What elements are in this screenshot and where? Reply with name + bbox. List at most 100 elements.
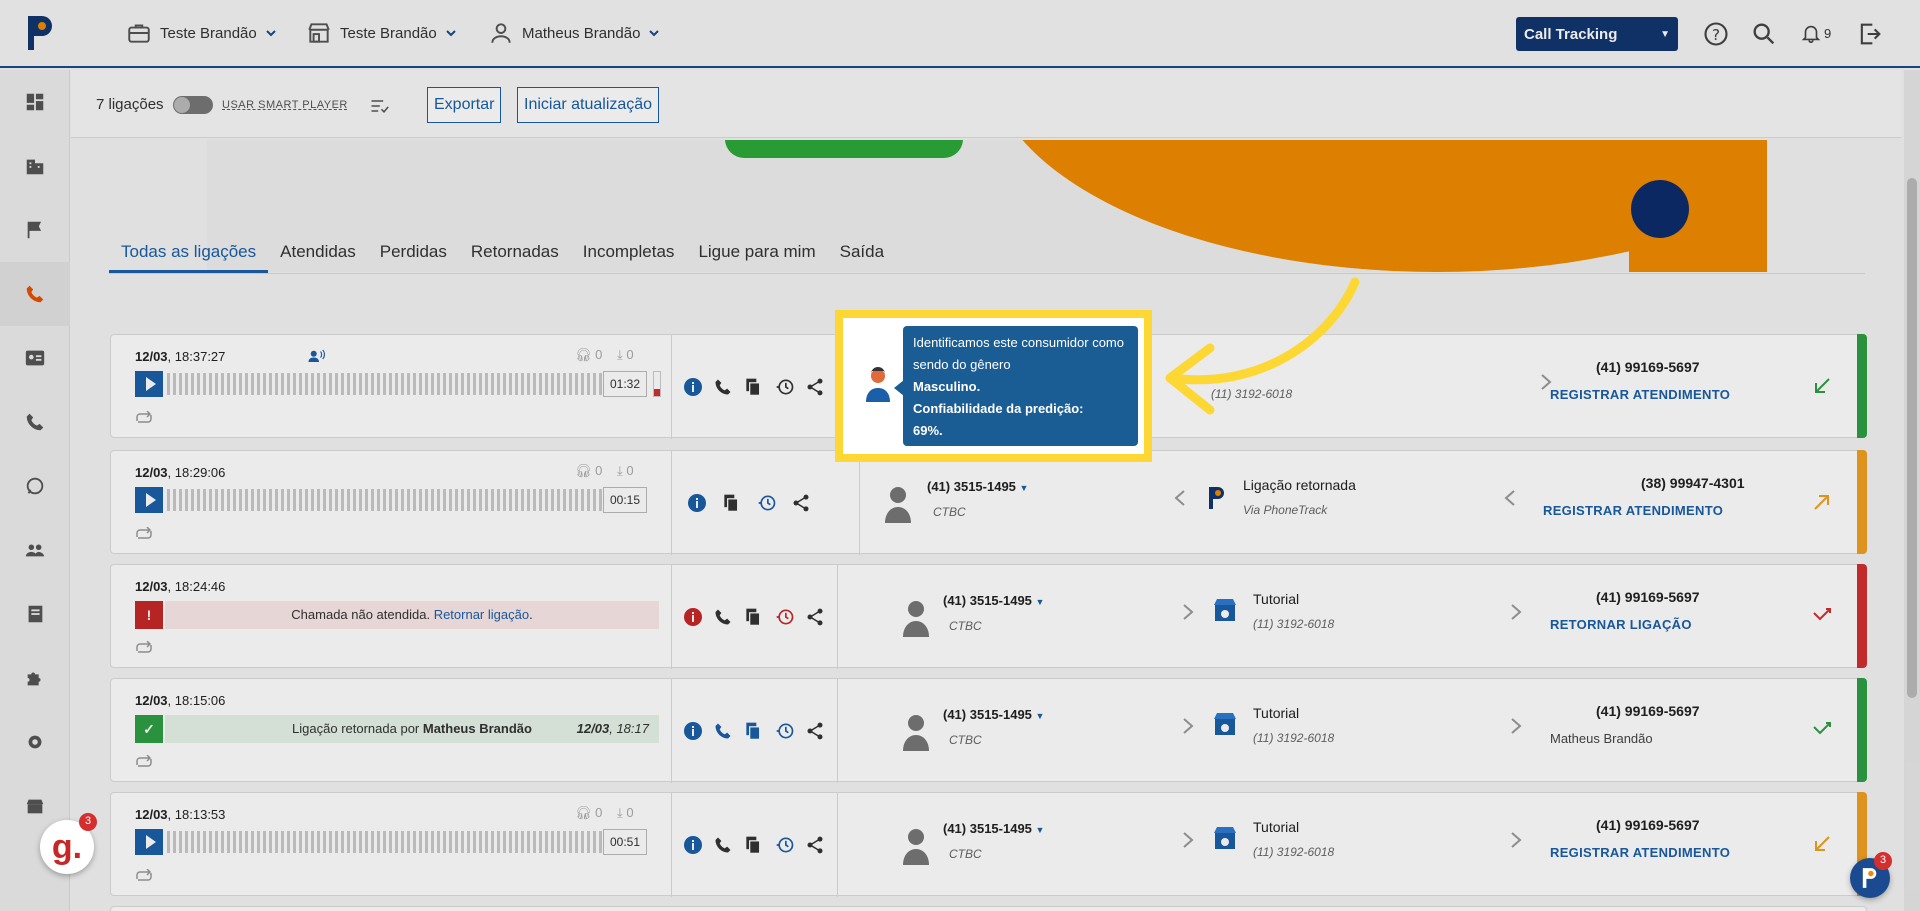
history-icon[interactable] <box>775 377 795 397</box>
play-button[interactable] <box>135 371 163 397</box>
info-icon[interactable] <box>687 493 707 513</box>
duration: 00:51 <box>603 829 647 855</box>
logout-icon[interactable] <box>1856 20 1884 48</box>
return-call-action[interactable]: RETORNAR LIGAÇÃO <box>1550 617 1692 632</box>
copy-icon[interactable] <box>743 721 763 741</box>
sidebar-item-dashboard[interactable] <box>0 70 70 134</box>
sidebar-item-contacts[interactable] <box>0 326 70 390</box>
sidebar-item-reports[interactable] <box>0 582 70 646</box>
volume-meter[interactable] <box>653 371 661 397</box>
missed-call-alert: ! Chamada não atendida. Retornar ligação… <box>135 601 659 629</box>
audio-player[interactable]: 01:32 <box>135 371 647 397</box>
origin-phone[interactable]: (41) 3515-1495 ▼ <box>943 707 1044 722</box>
tab-all[interactable]: Todas as ligações <box>109 228 269 273</box>
sidebar-item-users[interactable] <box>0 518 70 582</box>
call-row[interactable]: 12/03, 18:24:46 ! Chamada não atendida. … <box>110 564 1867 669</box>
scrollbar[interactable] <box>1904 70 1920 911</box>
status-stripe <box>1857 450 1867 554</box>
history-icon[interactable] <box>775 835 795 855</box>
share-icon[interactable] <box>791 493 811 513</box>
repeat-icon[interactable] <box>135 411 153 425</box>
phonetrack-logo-icon <box>1862 868 1877 888</box>
play-button[interactable] <box>135 829 163 855</box>
tab-missed[interactable]: Perdidas <box>368 228 459 273</box>
smart-player-label[interactable]: USAR SMART PLAYER <box>222 99 348 111</box>
tab-outbound[interactable]: Saída <box>828 228 896 273</box>
sidebar-item-calls[interactable] <box>0 262 70 326</box>
copy-icon[interactable] <box>743 377 763 397</box>
store-icon <box>26 799 44 814</box>
user-menu[interactable]: Matheus Brandão <box>488 20 660 46</box>
sort-list-icon[interactable] <box>369 96 389 116</box>
history-icon[interactable] <box>775 607 795 627</box>
share-icon[interactable] <box>805 835 825 855</box>
repeat-icon[interactable] <box>135 869 153 883</box>
history-icon[interactable] <box>775 721 795 741</box>
call-row[interactable]: 12/03, 18:29:06 🎧︎ 0 ⤓ 0 00:15 (41) 3515… <box>110 450 1867 555</box>
share-icon[interactable] <box>805 721 825 741</box>
book-icon <box>28 605 43 623</box>
share-icon[interactable] <box>805 377 825 397</box>
origin-phone[interactable]: (41) 3515-1495 ▼ <box>927 479 1028 494</box>
origin-phone[interactable]: (41) 3515-1495 ▼ <box>943 593 1044 608</box>
sidebar-item-companies[interactable] <box>0 134 70 198</box>
waveform[interactable] <box>167 831 607 853</box>
phonetrack-logo-icon <box>1209 487 1224 509</box>
returned-datetime: 12/03, 18:17 <box>576 721 649 736</box>
sidebar-item-whatsapp[interactable] <box>0 454 70 518</box>
sidebar-item-campaigns[interactable] <box>0 198 70 262</box>
register-attendance-link[interactable]: REGISTRAR ATENDIMENTO <box>1550 845 1730 860</box>
tab-answered[interactable]: Atendidas <box>268 228 368 273</box>
repeat-icon[interactable] <box>135 527 153 541</box>
sidebar-item-settings[interactable] <box>0 710 70 774</box>
call-row[interactable] <box>110 906 1867 911</box>
tab-callback[interactable]: Ligue para mim <box>686 228 827 273</box>
destination-sub: (11) 3192-6018 <box>1253 617 1335 631</box>
share-icon[interactable] <box>805 607 825 627</box>
help-icon[interactable]: ? <box>1702 20 1730 48</box>
play-button[interactable] <box>135 487 163 513</box>
notifications[interactable]: 9 <box>1800 22 1831 44</box>
call-row[interactable]: 12/03, 18:13:53 🎧︎ 0 ⤓ 0 00:51 (41) 3515… <box>110 792 1867 897</box>
copy-icon[interactable] <box>721 493 741 513</box>
audio-player[interactable]: 00:15 <box>135 487 647 513</box>
export-button[interactable]: Exportar <box>427 87 502 123</box>
info-icon[interactable] <box>683 607 703 627</box>
waveform[interactable] <box>167 373 607 395</box>
repeat-icon[interactable] <box>135 755 153 769</box>
smart-player-toggle[interactable] <box>173 96 213 114</box>
copy-icon[interactable] <box>743 835 763 855</box>
sidebar-item-phone[interactable] <box>0 390 70 454</box>
return-call-link[interactable]: Retornar ligação <box>434 607 529 622</box>
origin-phone[interactable]: (41) 3515-1495 ▼ <box>943 821 1044 836</box>
product-select[interactable]: Call Tracking ▼ <box>1516 17 1678 51</box>
call-row[interactable]: 12/03, 18:15:06 ✓ Ligação retornada por … <box>110 678 1867 783</box>
history-icon[interactable] <box>757 493 777 513</box>
phone-icon[interactable] <box>713 607 733 627</box>
caret-down-icon: ▼ <box>1035 711 1045 721</box>
info-icon[interactable] <box>683 377 703 397</box>
phone-icon[interactable] <box>713 721 733 741</box>
tab-returned[interactable]: Retornadas <box>459 228 571 273</box>
register-attendance-link[interactable]: REGISTRAR ATENDIMENTO <box>1550 387 1730 402</box>
phone-icon[interactable] <box>713 835 733 855</box>
company-menu[interactable]: Teste Brandão <box>126 20 277 46</box>
repeat-icon[interactable] <box>135 641 153 655</box>
waveform[interactable] <box>167 489 607 511</box>
info-icon[interactable] <box>683 721 703 741</box>
audio-player[interactable]: 00:51 <box>135 829 647 855</box>
divider <box>671 679 672 783</box>
store-menu[interactable]: Teste Brandão <box>306 20 457 46</box>
copy-icon[interactable] <box>743 607 763 627</box>
brand-logo[interactable] <box>22 12 56 54</box>
tab-incomplete[interactable]: Incompletas <box>571 228 687 273</box>
search-icon[interactable] <box>1750 20 1778 48</box>
chevron-right-icon <box>1183 604 1194 620</box>
scroll-thumb[interactable] <box>1907 178 1917 698</box>
phone-icon[interactable] <box>713 377 733 397</box>
sidebar-item-integrations[interactable] <box>0 646 70 710</box>
register-attendance-link[interactable]: REGISTRAR ATENDIMENTO <box>1543 503 1723 518</box>
start-refresh-button[interactable]: Iniciar atualização <box>517 87 660 123</box>
destination-sub: Via PhoneTrack <box>1243 503 1328 517</box>
info-icon[interactable] <box>683 835 703 855</box>
